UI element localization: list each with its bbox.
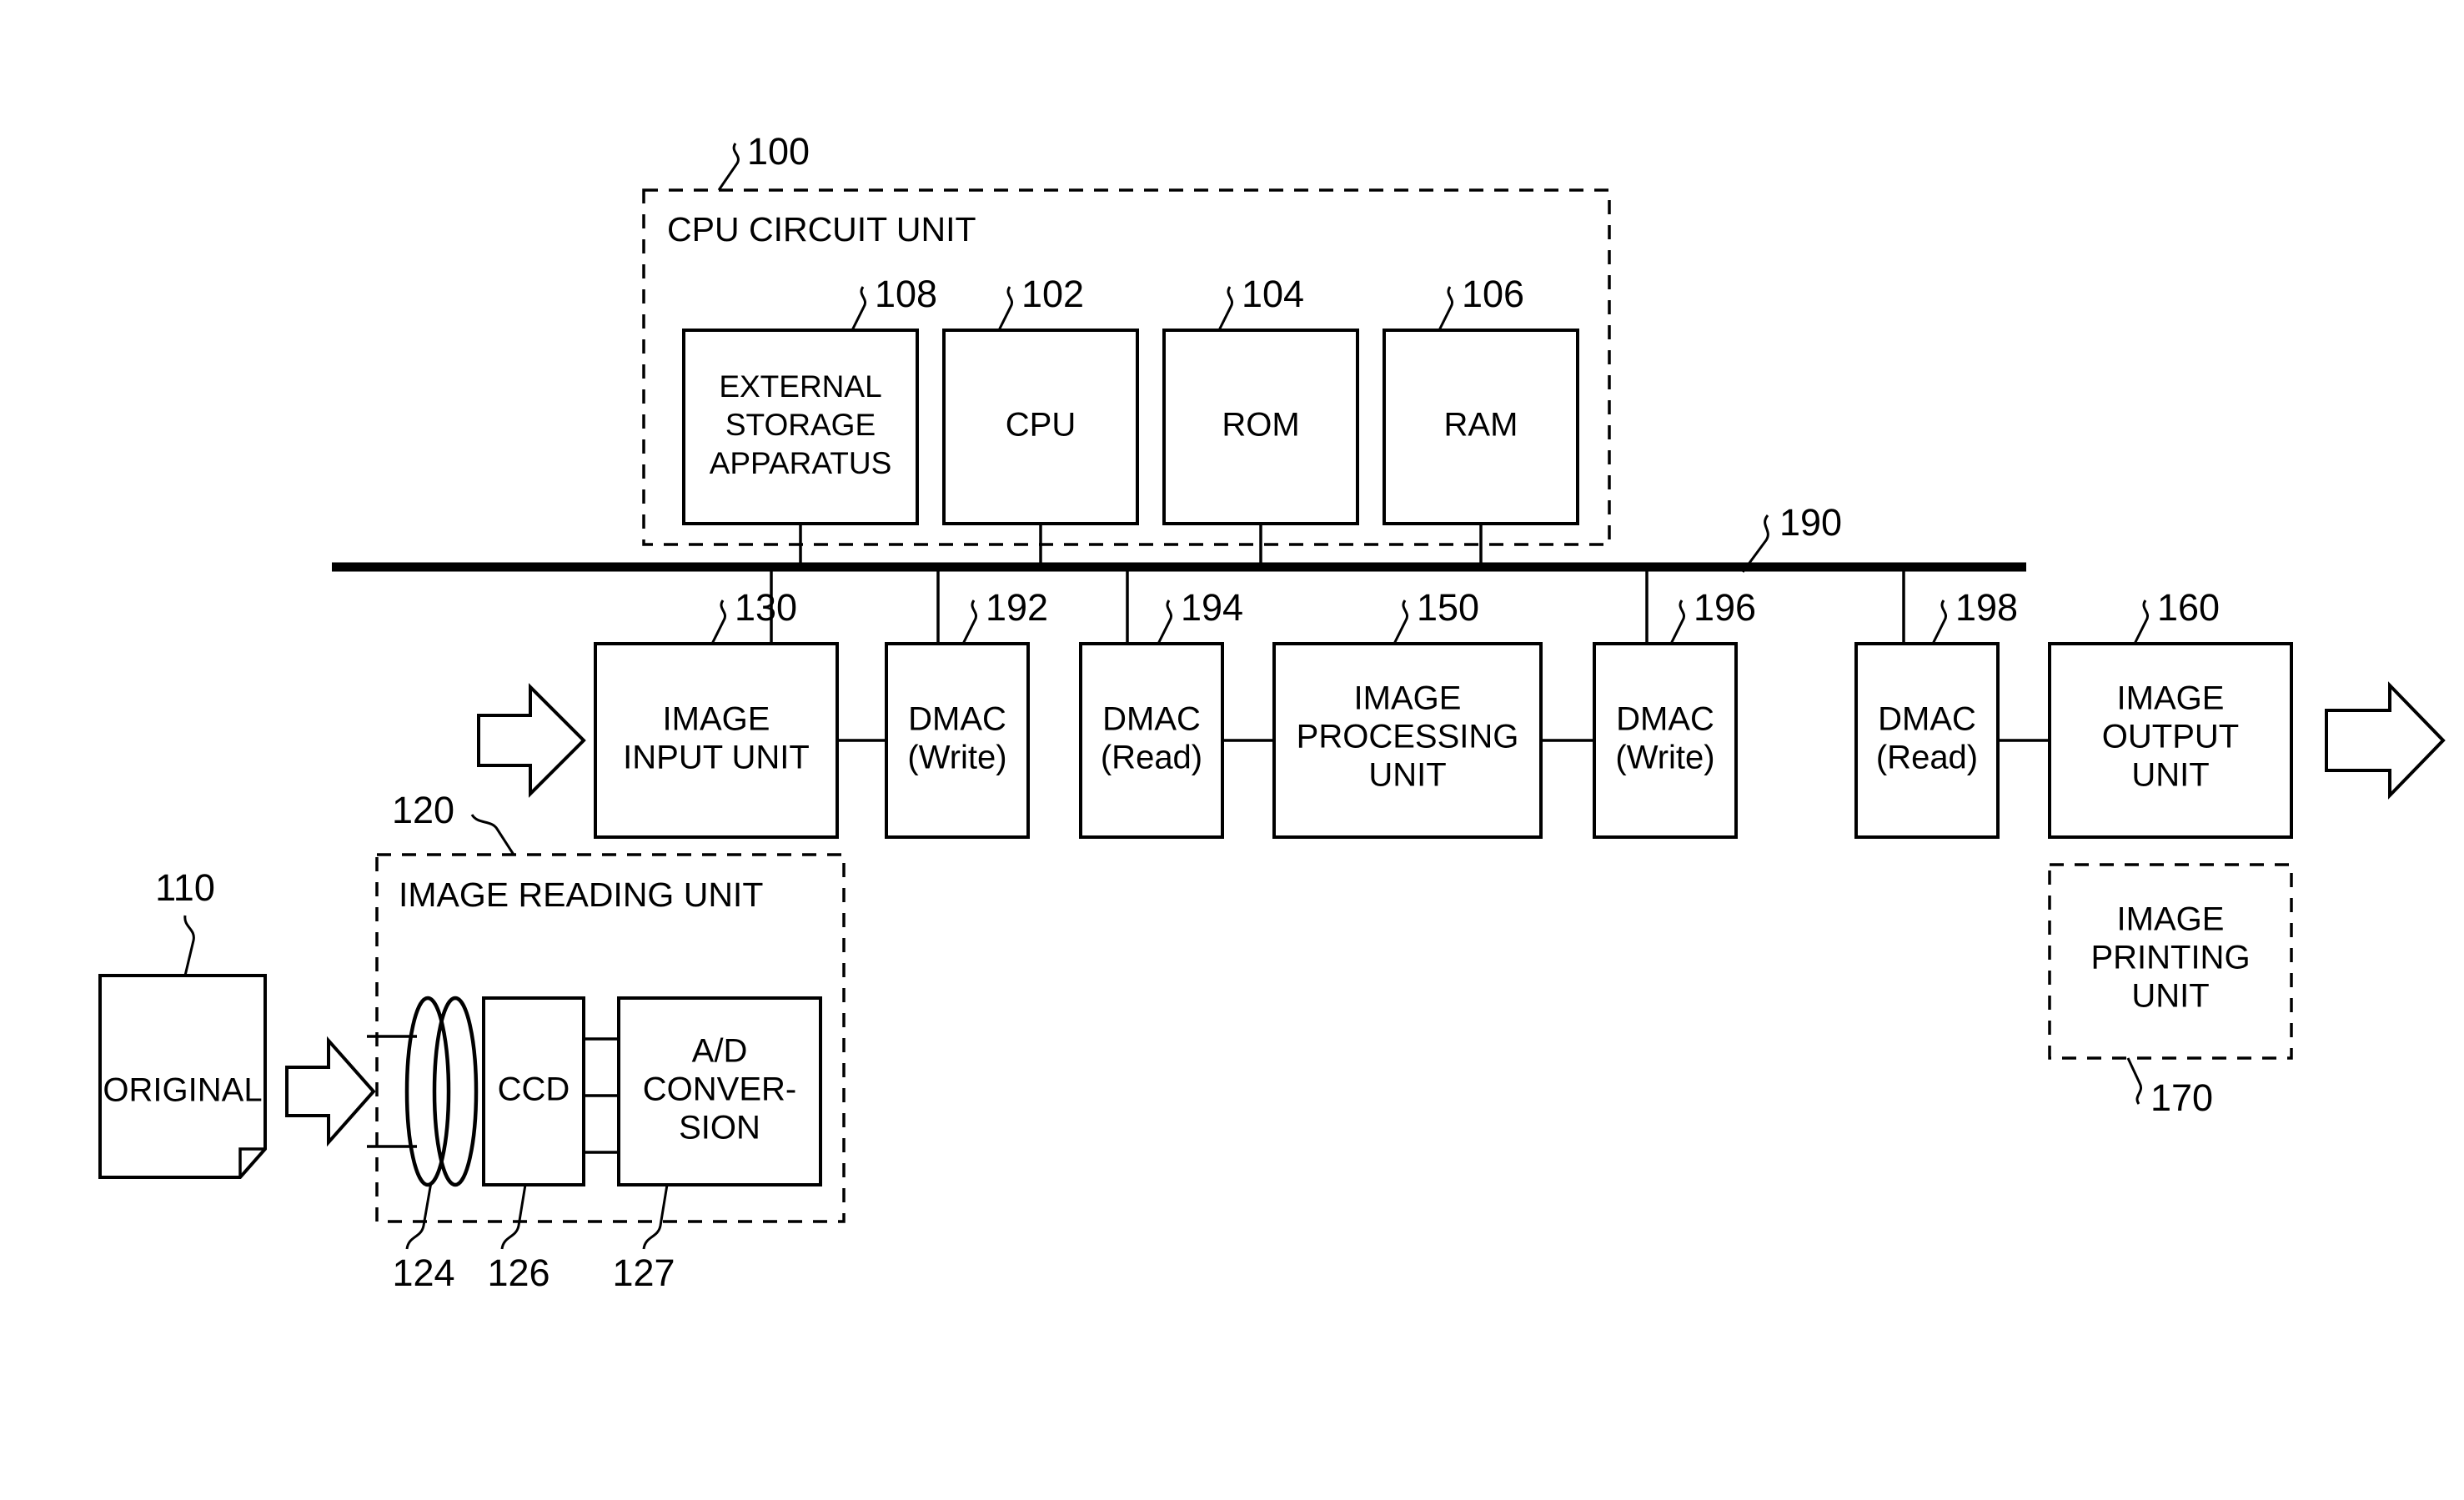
block-ad-conversion-line3: SION <box>679 1110 760 1146</box>
block-image-input-unit-line1: IMAGE <box>663 701 770 738</box>
ref-150: 150 <box>1417 586 1479 629</box>
ref-120-leader <box>470 814 515 855</box>
block-image-output-unit-line2: OUTPUT <box>2102 719 2239 755</box>
image-reading-unit-group: IMAGE READING UNIT 120 124 CCD 126 A/D C… <box>367 789 846 1294</box>
block-image-output-unit-line3: UNIT <box>2131 757 2209 794</box>
original-to-reader-arrow-icon <box>285 1036 376 1147</box>
ref-170-leader <box>2126 1057 2142 1105</box>
block-external-storage-apparatus-line3: APPARATUS <box>710 446 892 480</box>
ref-192-leader <box>961 599 977 645</box>
ref-170: 170 <box>2150 1076 2213 1119</box>
ref-160: 160 <box>2157 586 2220 629</box>
lens-icon-right <box>432 996 479 1187</box>
ref-150-leader <box>1393 599 1408 645</box>
block-image-processing-unit-line2: PROCESSING <box>1297 719 1519 755</box>
ref-120: 120 <box>392 789 454 831</box>
ref-102-leader <box>997 286 1013 331</box>
ref-160-leader <box>2133 599 2149 645</box>
lens-icon-left <box>404 996 451 1187</box>
ref-110: 110 <box>155 866 215 909</box>
block-dmac-write-192-line1: DMAC <box>908 701 1006 738</box>
ref-194-leader <box>1157 599 1172 645</box>
ref-130: 130 <box>735 586 797 629</box>
ref-124-leader <box>405 1181 433 1250</box>
block-external-storage-apparatus-line1: EXTERNAL <box>719 369 881 404</box>
original-document-group: ORIGINAL 110 <box>98 866 267 1179</box>
block-cpu-label: CPU <box>1006 407 1076 444</box>
ref-198-leader <box>1931 599 1947 645</box>
block-image-output-unit-line1: IMAGE <box>2117 680 2225 717</box>
ref-192: 192 <box>986 586 1048 629</box>
output-arrow-icon <box>2325 681 2446 800</box>
ref-196: 196 <box>1694 586 1756 629</box>
block-dmac-read-194-line1: DMAC <box>1102 701 1201 738</box>
ref-104-leader <box>1217 286 1233 331</box>
block-dmac-write-196-line2: (Write) <box>1615 740 1714 776</box>
image-reading-unit-label: IMAGE READING UNIT <box>399 875 763 914</box>
ref-194: 194 <box>1181 586 1243 629</box>
block-dmac-read-194-line2: (Read) <box>1101 740 1202 776</box>
block-image-printing-unit-line3: UNIT <box>2131 978 2209 1015</box>
image-printing-unit-group: IMAGE PRINTING UNIT 170 <box>2048 863 2293 1119</box>
ref-126-leader <box>500 1184 527 1250</box>
ref-127-leader <box>642 1184 669 1250</box>
cpu-circuit-unit-label: CPU CIRCUIT UNIT <box>667 210 976 248</box>
block-image-input-unit-line2: INPUT UNIT <box>623 740 810 776</box>
block-ad-conversion-line1: A/D <box>692 1033 748 1070</box>
ref-106-leader <box>1438 286 1453 331</box>
ref-196-leader <box>1669 599 1685 645</box>
block-ccd-label: CCD <box>498 1071 570 1108</box>
block-image-processing-unit-line1: IMAGE <box>1354 680 1462 717</box>
ref-198: 198 <box>1955 586 2018 629</box>
pipeline-row: IMAGE INPUT UNIT 130 DMAC (Write) 192 DM… <box>594 567 2446 839</box>
ref-106: 106 <box>1462 273 1524 315</box>
block-dmac-read-198-line2: (Read) <box>1876 740 1978 776</box>
original-document-label: ORIGINAL <box>103 1072 262 1109</box>
ref-100: 100 <box>747 130 810 173</box>
ref-100-leader <box>717 143 740 191</box>
ref-108-leader <box>851 286 866 331</box>
ref-126: 126 <box>487 1252 550 1294</box>
ref-190: 190 <box>1779 501 1842 544</box>
block-ad-conversion-line2: CONVER- <box>643 1071 796 1108</box>
block-image-processing-unit-line3: UNIT <box>1368 757 1446 794</box>
block-rom-label: ROM <box>1222 407 1299 444</box>
block-external-storage-apparatus-line2: STORAGE <box>725 408 876 442</box>
ref-104: 104 <box>1242 273 1304 315</box>
block-diagram: CPU CIRCUIT UNIT 100 EXTERNAL STORAGE AP… <box>98 130 2446 1294</box>
ref-108: 108 <box>875 273 937 315</box>
cpu-circuit-unit-group: CPU CIRCUIT UNIT 100 EXTERNAL STORAGE AP… <box>642 130 1611 567</box>
ref-102: 102 <box>1021 273 1084 315</box>
block-dmac-write-192-line2: (Write) <box>907 740 1006 776</box>
ref-130-leader <box>710 599 726 645</box>
block-dmac-write-196-line1: DMAC <box>1616 701 1714 738</box>
block-image-printing-unit-line1: IMAGE <box>2117 901 2225 938</box>
ref-124: 124 <box>392 1252 454 1294</box>
block-dmac-read-198-line1: DMAC <box>1878 701 1976 738</box>
block-image-printing-unit-line2: PRINTING <box>2090 940 2250 976</box>
ref-110-leader <box>183 915 195 976</box>
figure-root: CPU CIRCUIT UNIT 100 EXTERNAL STORAGE AP… <box>0 0 2464 1500</box>
ref-127: 127 <box>612 1252 675 1294</box>
reader-to-input-arrow-icon <box>477 683 586 798</box>
block-ram-label: RAM <box>1444 407 1518 444</box>
